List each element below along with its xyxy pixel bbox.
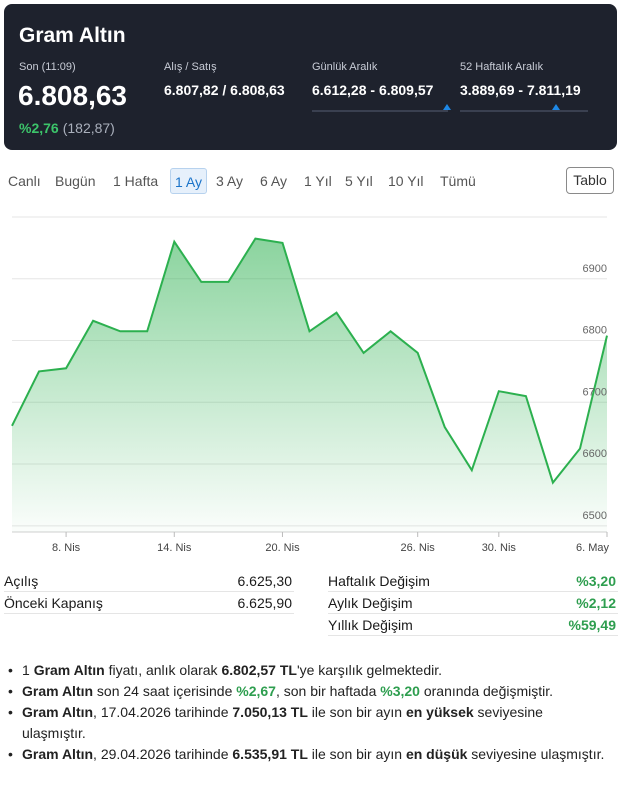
last-price-label: Son (11:09) [19, 61, 76, 73]
list-item: Gram Altın, 17.04.2026 tarihinde 7.050,1… [8, 702, 608, 744]
data-point [145, 329, 149, 333]
data-point [280, 241, 284, 245]
stat-label: Açılış [4, 573, 39, 589]
stat-row-onceki-kapanis: Önceki Kapanış 6.625,90 [4, 592, 294, 614]
data-point [335, 311, 339, 315]
stat-label: Haftalık Değişim [328, 573, 430, 589]
tab-10-yil[interactable]: 10 Yıl [388, 168, 424, 194]
stats-right: Haftalık Değişim %3,20 Aylık Değişim %2,… [328, 570, 618, 636]
data-point [91, 319, 95, 323]
data-point [199, 280, 203, 284]
52week-range-stat: 52 Haftalık Aralık 3.889,69 - 7.811,19 [460, 61, 581, 98]
data-point [118, 329, 122, 333]
data-point [470, 468, 474, 472]
daily-range-marker-icon [442, 104, 451, 110]
quote-header: Gram Altın Son (11:09) 6.808,63 %2,76 (18… [4, 4, 617, 150]
stat-row-aylik: Aylık Değişim %2,12 [328, 592, 618, 614]
change-percent: %2,76 [19, 120, 59, 136]
stat-value: 6.625,30 [237, 573, 293, 589]
data-point [226, 280, 230, 284]
data-point [389, 329, 393, 333]
table-view-button[interactable]: Tablo [566, 167, 614, 194]
data-point [497, 389, 501, 393]
last-price-value: 6.808,63 [18, 80, 127, 111]
daily-range-bar [312, 110, 448, 112]
x-tick-label: 14. Nis [157, 542, 192, 554]
data-point [253, 237, 257, 241]
price-area [12, 238, 607, 532]
y-tick-label: 6700 [583, 386, 607, 398]
tab-6-ay[interactable]: 6 Ay [260, 168, 287, 194]
daily-range-value: 6.612,28 - 6.809,57 [312, 82, 434, 98]
daily-range-stat: Günlük Aralık 6.612,28 - 6.809,57 [312, 61, 433, 98]
stat-label: Yıllık Değişim [328, 617, 413, 633]
data-point [551, 481, 555, 485]
stat-label: Aylık Değişim [328, 595, 413, 611]
bid-ask-value: 6.807,82 / 6.808,63 [164, 82, 285, 98]
data-point [524, 394, 528, 398]
stats-left: Açılış 6.625,30 Önceki Kapanış 6.625,90 [4, 570, 294, 616]
data-point [64, 366, 68, 370]
bid-ask-stat: Alış / Satış 6.807,82 / 6.808,63 [164, 61, 285, 98]
bid-ask-label: Alış / Satış [164, 61, 217, 73]
stat-row-acilis: Açılış 6.625,30 [4, 570, 294, 592]
stat-value: %2,12 [576, 595, 616, 611]
data-point [37, 369, 41, 373]
52week-range-bar [460, 110, 588, 112]
y-tick-label: 6600 [583, 448, 607, 460]
52week-range-label: 52 Haftalık Aralık [460, 61, 544, 73]
stat-row-yillik: Yıllık Değişim %59,49 [328, 614, 618, 636]
tab-canli[interactable]: Canlı [8, 168, 41, 194]
y-tick-label: 6800 [583, 325, 607, 337]
tab-tumu[interactable]: Tümü [440, 168, 476, 194]
stat-row-haftalik: Haftalık Değişim %3,20 [328, 570, 618, 592]
y-tick-label: 6900 [583, 263, 607, 275]
summary-bullets: 1 Gram Altın fiyatı, anlık olarak 6.802,… [8, 660, 608, 765]
tab-3-ay[interactable]: 3 Ay [216, 168, 243, 194]
tab-bugun[interactable]: Bugün [55, 168, 95, 194]
data-point [308, 329, 312, 333]
tab-5-yil[interactable]: 5 Yıl [345, 168, 373, 194]
x-tick-label: 20. Nis [265, 542, 300, 554]
data-point [416, 351, 420, 355]
52week-range-marker-icon [552, 104, 560, 110]
tab-1-hafta[interactable]: 1 Hafta [113, 168, 158, 194]
stat-value: 6.625,90 [237, 595, 293, 611]
x-tick-label: 8. Nis [52, 542, 81, 554]
tab-1-yil[interactable]: 1 Yıl [304, 168, 332, 194]
x-tick-label: 26. Nis [401, 542, 436, 554]
stat-value: %59,49 [568, 617, 616, 633]
list-item: 1 Gram Altın fiyatı, anlık olarak 6.802,… [8, 660, 608, 681]
data-point [578, 447, 582, 451]
data-point [10, 424, 14, 428]
list-item: Gram Altın son 24 saat içerisinde %2,67,… [8, 681, 608, 702]
tab-1-ay[interactable]: 1 Ay [170, 168, 207, 194]
change-absolute: (182,87) [62, 120, 115, 136]
data-point [172, 240, 176, 244]
x-tick-label: 6. May [576, 542, 610, 554]
list-item: Gram Altın, 29.04.2026 tarihinde 6.535,9… [8, 744, 608, 765]
y-tick-label: 6500 [583, 510, 607, 522]
data-point [362, 351, 366, 355]
stat-value: %3,20 [576, 573, 616, 589]
instrument-title: Gram Altın [19, 24, 126, 47]
price-chart[interactable]: 6900 6800 6700 6600 6500 8. Nis 14. Nis 20. Ni… [0, 205, 621, 560]
data-point [443, 425, 447, 429]
price-change: %2,76 (182,87) [19, 120, 115, 136]
52week-range-value: 3.889,69 - 7.811,19 [460, 82, 581, 98]
period-tabs: Canlı Bugün 1 Hafta 1 Ay 3 Ay 6 Ay 1 Yıl… [0, 168, 621, 196]
x-tick-label: 30. Nis [482, 542, 517, 554]
daily-range-label: Günlük Aralık [312, 61, 378, 73]
stat-label: Önceki Kapanış [4, 595, 103, 611]
